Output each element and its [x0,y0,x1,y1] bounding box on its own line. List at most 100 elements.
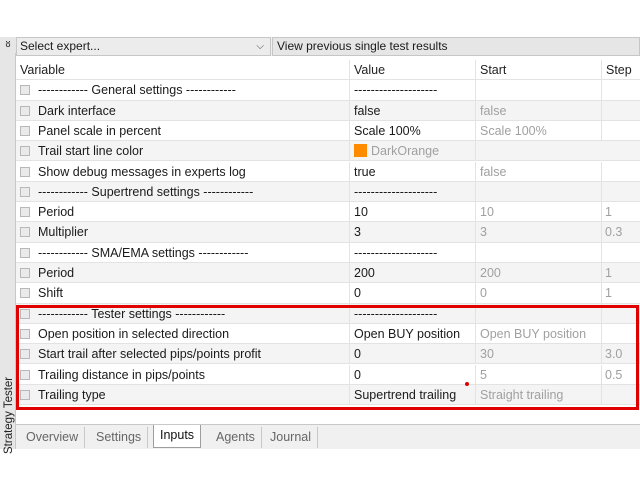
step-cell[interactable]: 0.5 [602,365,640,384]
variable-cell: Shift [16,283,350,303]
value-cell[interactable]: 200 [350,263,476,283]
column-header-start[interactable]: Start [476,60,602,80]
value-cell[interactable]: 0 [350,283,476,303]
value-cell[interactable]: -------------------- [350,303,476,323]
column-header-step[interactable]: Step [602,60,640,79]
chevron-down-icon: ⌵ [256,41,264,52]
start-cell[interactable] [476,303,602,323]
variable-cell: Trailing type [16,384,350,405]
variable-cell: Start trail after selected pips/points p… [16,344,350,364]
step-cell[interactable] [602,121,640,140]
panel-title: Strategy Tester [3,376,15,454]
variable-cell: Multiplier [16,222,350,242]
color-swatch[interactable] [354,144,367,158]
step-cell[interactable]: 1 [602,283,640,302]
step-cell[interactable] [602,141,640,160]
value-cell[interactable]: true [350,161,476,181]
step-cell[interactable] [602,101,640,120]
variable-cell: Period [16,202,350,222]
strategy-tester-side-panel: Strategy Tester [0,37,16,454]
step-cell[interactable] [602,243,640,262]
table-row[interactable]: ------------ SMA/EMA settings ----------… [16,242,640,263]
tab-journal[interactable]: Journal [264,427,318,448]
table-row[interactable]: ------------ Tester settings -----------… [16,303,640,324]
value-cell[interactable]: 0 [350,344,476,364]
close-icon[interactable]: ᴕ [0,37,16,53]
variable-cell: ------------ Tester settings -----------… [16,303,350,323]
step-cell[interactable]: 3.0 [602,344,640,363]
variable-cell: Open position in selected direction [16,323,350,344]
expert-select[interactable]: Select expert... ⌵ [16,37,271,56]
tab-bar: Overview Settings Inputs Agents Journal [16,424,640,449]
start-cell[interactable] [476,80,602,100]
step-cell[interactable] [602,182,640,201]
color-name: DarkOrange [371,144,440,159]
value-cell[interactable]: 10 [350,202,476,222]
table-row[interactable]: ------------ General settings ----------… [16,80,640,101]
start-cell[interactable]: Open BUY position [476,323,602,344]
start-cell[interactable]: 200 [476,263,602,283]
highlight-dot [465,382,469,386]
step-cell[interactable] [602,385,640,404]
value-cell[interactable]: 0 [350,364,476,384]
value-cell[interactable]: Scale 100% [350,120,476,141]
variable-cell: Dark interface [16,100,350,120]
step-cell[interactable] [602,324,640,343]
value-cell[interactable]: Supertrend trailing [350,384,476,405]
table-row[interactable]: Trailing type Supertrend trailing Straight… [16,384,640,406]
value-cell[interactable]: -------------------- [350,181,476,202]
start-cell[interactable]: DarkOrange [350,141,476,161]
table-row[interactable]: Trail start line color DarkOrange [16,141,640,162]
value-cell[interactable]: 3 [350,222,476,242]
table-row[interactable]: Open position in selected direction Open … [16,323,640,345]
table-row[interactable]: Trailing distance in pips/points 0 5 0.5 [16,364,640,385]
table-row[interactable]: Start trail after selected pips/points p… [16,344,640,365]
value-cell[interactable]: false [350,100,476,120]
table-row[interactable]: Shift 0 0 1 [16,283,640,304]
start-cell[interactable]: 5 [476,364,602,384]
table-row[interactable]: Panel scale in percent Scale 100% Scale 10… [16,120,640,142]
tab-overview[interactable]: Overview [20,427,86,448]
variable-cell: Period [16,263,350,283]
start-cell[interactable]: 3 [476,222,602,242]
table-row[interactable]: Period 10 10 1 [16,202,640,223]
view-previous-results-button[interactable]: View previous single test results [272,37,640,56]
start-cell[interactable]: 10 [476,202,602,222]
value-cell[interactable]: -------------------- [350,242,476,262]
variable-cell: Show debug messages in experts log [16,161,350,181]
variable-cell: Panel scale in percent [16,120,350,141]
tab-settings[interactable]: Settings [90,427,149,448]
table-row[interactable]: Multiplier 3 3 0.3 [16,222,640,243]
value-cell[interactable]: Open BUY position [350,323,476,344]
table-row[interactable]: Show debug messages in experts log true fa… [16,161,640,182]
table-row[interactable]: Dark interface false false [16,100,640,121]
step-cell[interactable] [602,162,640,181]
variable-cell: ------------ Supertrend settings -------… [16,181,350,202]
table-row[interactable]: Period 200 200 1 [16,263,640,284]
step-cell[interactable] [602,80,640,99]
expert-select-label: Select expert... [20,39,101,53]
variable-cell: ------------ General settings ----------… [16,80,350,100]
start-cell[interactable] [476,181,602,202]
start-cell[interactable] [476,242,602,262]
table-row[interactable]: ------------ Supertrend settings -------… [16,181,640,203]
step-cell[interactable]: 1 [602,202,640,221]
start-cell[interactable]: Straight trailing [476,384,602,405]
toolbar: Select expert... ⌵ View previous single … [16,37,640,56]
step-cell[interactable]: 1 [602,263,640,282]
start-cell[interactable]: false [476,100,602,120]
step-cell[interactable] [602,304,640,323]
tab-agents[interactable]: Agents [210,427,262,448]
step-cell[interactable]: 0.3 [602,222,640,241]
column-header-value[interactable]: Value [350,60,476,80]
value-cell[interactable]: -------------------- [350,80,476,100]
start-cell[interactable]: Scale 100% [476,120,602,141]
variable-cell: Trail start line color [16,141,350,161]
table-header: Variable Value Start Step [16,60,640,81]
start-cell[interactable]: 0 [476,283,602,303]
start-cell[interactable]: 30 [476,344,602,364]
column-header-variable[interactable]: Variable [16,60,350,80]
start-cell[interactable]: false [476,161,602,181]
tab-inputs[interactable]: Inputs [153,425,202,448]
variable-cell: Trailing distance in pips/points [16,364,350,384]
